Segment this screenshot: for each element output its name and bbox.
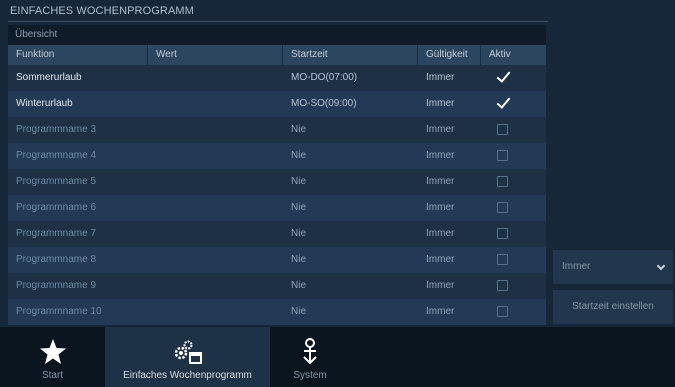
cell-funktion: Programmname 5 [16, 176, 97, 187]
table-row[interactable]: Programmname 6 Nie Immer [8, 195, 546, 221]
cell-startzeit: Nie [291, 202, 307, 213]
nav-item-wochenprogramm[interactable]: Einfaches Wochenprogramm [105, 327, 270, 387]
header-startzeit[interactable]: Startzeit [283, 45, 418, 65]
checkbox-empty-icon[interactable] [497, 201, 508, 213]
table-row[interactable]: Sommerurlaub MO-DO(07:00) Immer [8, 65, 546, 91]
checkbox-empty-icon[interactable] [497, 305, 508, 317]
cell-gueltigkeit: Immer [426, 306, 455, 317]
cell-gueltigkeit: Immer [426, 280, 455, 291]
cell-gueltigkeit: Immer [426, 254, 455, 265]
cell-gueltigkeit: Immer [426, 202, 455, 213]
cell-gueltigkeit: Immer [426, 98, 455, 109]
checkmark-icon[interactable] [497, 72, 508, 83]
checkbox-empty-icon[interactable] [497, 253, 508, 265]
cell-aktiv [481, 273, 546, 299]
cell-wert [148, 65, 283, 91]
checkbox-empty-icon[interactable] [497, 149, 508, 161]
set-start-time-button[interactable]: Startzeit einstellen [553, 290, 673, 324]
cell-wert [148, 195, 283, 221]
cell-funktion: Programmname 6 [16, 202, 97, 213]
cell-funktion: Programmname 10 [16, 306, 102, 317]
cell-wert [148, 117, 283, 143]
cell-funktion: Sommerurlaub [16, 72, 82, 83]
header-funktion[interactable]: Funktion [8, 45, 148, 65]
table-row[interactable]: Programmname 5 Nie Immer [8, 169, 546, 195]
cell-aktiv [481, 65, 546, 91]
title-divider [8, 21, 548, 22]
bottom-nav: Start Einfaches Wochenprogramm System [0, 327, 675, 387]
cell-wert [148, 91, 283, 117]
cell-aktiv [481, 143, 546, 169]
cell-wert [148, 273, 283, 299]
cell-wert [148, 143, 283, 169]
cell-aktiv [481, 91, 546, 117]
cell-gueltigkeit: Immer [426, 72, 455, 83]
cell-startzeit: Nie [291, 150, 307, 161]
cell-aktiv [481, 169, 546, 195]
cell-aktiv [481, 299, 546, 325]
star-icon [39, 339, 66, 364]
cell-funktion: Programmname 9 [16, 280, 97, 291]
table-row[interactable]: Programmname 7 Nie Immer [8, 221, 546, 247]
nav-label-wochenprogramm: Einfaches Wochenprogramm [123, 370, 252, 381]
cell-aktiv [481, 247, 546, 273]
cell-funktion: Programmname 8 [16, 254, 97, 265]
validity-dropdown-value: Immer [562, 261, 591, 272]
cell-gueltigkeit: Immer [426, 228, 455, 239]
nav-item-start[interactable]: Start [0, 327, 105, 387]
cell-startzeit: Nie [291, 228, 307, 239]
program-table-panel: Übersicht Funktion Wert Startzeit Gültig… [8, 25, 546, 325]
header-aktiv[interactable]: Aktiv [481, 45, 546, 65]
table-row[interactable]: Programmname 10 Nie Immer [8, 299, 546, 325]
page-title: EINFACHES WOCHENPROGRAMM [10, 5, 194, 17]
table-row[interactable]: Programmname 4 Nie Immer [8, 143, 546, 169]
cell-startzeit: Nie [291, 306, 307, 317]
table-header: Funktion Wert Startzeit Gültigkeit Aktiv [8, 45, 546, 65]
cell-startzeit: MO-SO(09:00) [291, 98, 357, 109]
cell-startzeit: MO-DO(07:00) [291, 72, 358, 83]
cell-wert [148, 299, 283, 325]
cell-funktion: Programmname 3 [16, 124, 97, 135]
validity-dropdown[interactable]: Immer [553, 250, 673, 284]
cell-wert [148, 247, 283, 273]
cell-aktiv [481, 195, 546, 221]
table-row[interactable]: Programmname 3 Nie Immer [8, 117, 546, 143]
cell-gueltigkeit: Immer [426, 124, 455, 135]
table-row[interactable]: Programmname 9 Nie Immer [8, 273, 546, 299]
cell-funktion: Programmname 4 [16, 150, 97, 161]
cell-startzeit: Nie [291, 124, 307, 135]
checkbox-empty-icon[interactable] [497, 227, 508, 239]
checkmark-icon[interactable] [497, 98, 508, 109]
header-gueltigkeit[interactable]: Gültigkeit [418, 45, 481, 65]
cell-wert [148, 221, 283, 247]
checkbox-empty-icon[interactable] [497, 123, 508, 135]
table-body: Sommerurlaub MO-DO(07:00) Immer Winterurlau… [8, 65, 546, 325]
cell-gueltigkeit: Immer [426, 176, 455, 187]
cell-aktiv [481, 221, 546, 247]
cell-startzeit: Nie [291, 280, 307, 291]
chevron-down-icon [656, 261, 666, 271]
checkbox-empty-icon[interactable] [497, 175, 508, 187]
cell-funktion: Programmname 7 [16, 228, 97, 239]
cell-gueltigkeit: Immer [426, 150, 455, 161]
overview-bar: Übersicht [8, 25, 546, 45]
nav-item-system[interactable]: System [270, 327, 350, 387]
nav-label-system: System [293, 370, 327, 381]
gears-calendar-icon [174, 340, 202, 364]
system-icon [303, 338, 317, 365]
checkbox-empty-icon[interactable] [497, 279, 508, 291]
cell-wert [148, 169, 283, 195]
table-row[interactable]: Winterurlaub MO-SO(09:00) Immer [8, 91, 546, 117]
table-row[interactable]: Programmname 8 Nie Immer [8, 247, 546, 273]
cell-startzeit: Nie [291, 176, 307, 187]
cell-startzeit: Nie [291, 254, 307, 265]
header-wert[interactable]: Wert [148, 45, 283, 65]
nav-label-start: Start [41, 370, 64, 381]
cell-funktion: Winterurlaub [16, 98, 73, 109]
cell-aktiv [481, 117, 546, 143]
